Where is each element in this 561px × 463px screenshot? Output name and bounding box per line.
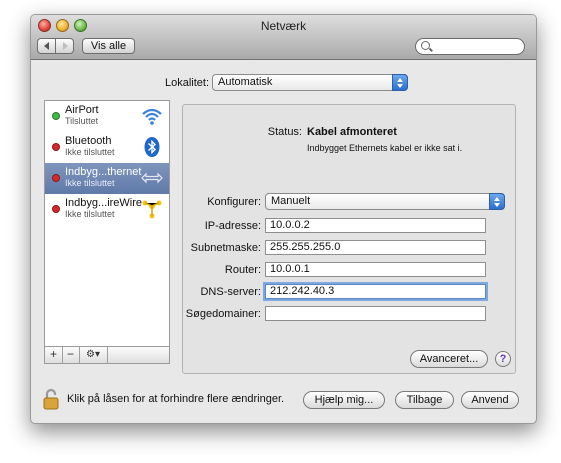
forward-arrow-icon xyxy=(63,42,68,50)
lock-icon[interactable] xyxy=(43,388,59,410)
service-name: Indbyg...thernet xyxy=(65,166,142,178)
configure-label: Konfigurer: xyxy=(207,196,261,208)
status-value: Kabel afmonteret xyxy=(307,126,397,138)
configure-popup[interactable]: Manuelt xyxy=(265,193,505,210)
service-status: Tilsluttet xyxy=(65,116,99,126)
zoom-button[interactable] xyxy=(74,19,87,32)
service-status: Ikke tilsluttet xyxy=(65,147,115,157)
remove-service-button[interactable]: − xyxy=(62,347,80,363)
configure-value: Manuelt xyxy=(271,195,311,207)
bluetooth-icon xyxy=(144,137,160,157)
revert-button[interactable]: Tilbage xyxy=(395,391,454,409)
ip-address-field[interactable]: 10.0.0.2 xyxy=(265,218,486,233)
close-button[interactable] xyxy=(38,19,51,32)
subnet-mask-field[interactable]: 255.255.255.0 xyxy=(265,240,486,255)
status-dot-red xyxy=(52,205,60,213)
router-field[interactable]: 10.0.0.1 xyxy=(265,262,486,277)
location-label: Lokalitet: xyxy=(164,77,209,89)
lock-text: Klik på låsen for at forhindre flere ænd… xyxy=(67,393,285,405)
service-item-bluetooth[interactable]: Bluetooth Ikke tilsluttet xyxy=(45,132,169,163)
ethernet-settings-panel: Status: Kabel afmonteret Indbygget Ether… xyxy=(182,104,516,374)
assist-me-button[interactable]: Hjælp mig... xyxy=(303,391,385,409)
apply-button[interactable]: Anvend xyxy=(461,391,519,409)
search-icon xyxy=(421,41,430,50)
window-title: Netværk xyxy=(260,19,307,33)
wifi-icon xyxy=(142,108,162,125)
service-item-airport[interactable]: AirPort Tilsluttet xyxy=(45,101,169,132)
back-button[interactable] xyxy=(37,38,56,54)
status-dot-red xyxy=(52,143,60,151)
ip-address-label: IP-adresse: xyxy=(204,220,261,232)
advanced-button[interactable]: Avanceret... xyxy=(410,350,488,368)
add-service-button[interactable]: + xyxy=(45,347,63,363)
show-all-button[interactable]: Vis alle xyxy=(82,38,135,54)
network-preferences-window: Netværk Vis alle Lokalitet: Automatisk A… xyxy=(30,14,537,424)
location-value: Automatisk xyxy=(218,76,273,88)
location-popup[interactable]: Automatisk xyxy=(212,74,408,91)
status-dot-red xyxy=(52,174,60,182)
service-status: Ikke tilsluttet xyxy=(65,178,115,188)
firewire-icon xyxy=(142,200,162,219)
router-label: Router: xyxy=(224,264,261,276)
search-field[interactable] xyxy=(415,38,525,55)
service-item-ethernet[interactable]: Indbyg...thernet Ikke tilsluttet xyxy=(45,163,169,194)
service-status: Ikke tilsluttet xyxy=(65,209,115,219)
dns-server-field[interactable]: 212.242.40.3 xyxy=(265,284,486,299)
service-item-firewire[interactable]: Indbyg...ireWire Ikke tilsluttet xyxy=(45,194,169,225)
search-domains-label: Søgedomainer: xyxy=(185,308,261,320)
back-arrow-icon xyxy=(44,42,49,50)
status-dot-green xyxy=(52,112,60,120)
service-name: AirPort xyxy=(65,104,99,116)
gear-menu-button[interactable]: ⚙▾ xyxy=(79,347,108,363)
popup-arrows-icon xyxy=(392,74,408,91)
service-name: Indbyg...ireWire xyxy=(65,197,143,209)
subnet-mask-label: Subnetmaske: xyxy=(190,242,261,254)
popup-arrows-icon xyxy=(489,193,505,210)
status-detail: Indbygget Ethernets kabel er ikke sat i. xyxy=(307,143,463,153)
forward-button[interactable] xyxy=(55,38,74,54)
dns-server-label: DNS-server: xyxy=(200,286,261,298)
service-list-controls: + − ⚙▾ xyxy=(44,347,170,364)
ethernet-icon xyxy=(141,172,163,184)
minimize-button[interactable] xyxy=(56,19,69,32)
help-button[interactable]: ? xyxy=(495,351,511,367)
status-label: Status: xyxy=(267,126,302,138)
service-name: Bluetooth xyxy=(65,135,112,147)
toolbar: Netværk Vis alle xyxy=(31,15,536,60)
search-domains-field[interactable] xyxy=(265,306,486,321)
service-list[interactable]: AirPort Tilsluttet Bluetooth Ikke tilslu… xyxy=(44,100,170,347)
